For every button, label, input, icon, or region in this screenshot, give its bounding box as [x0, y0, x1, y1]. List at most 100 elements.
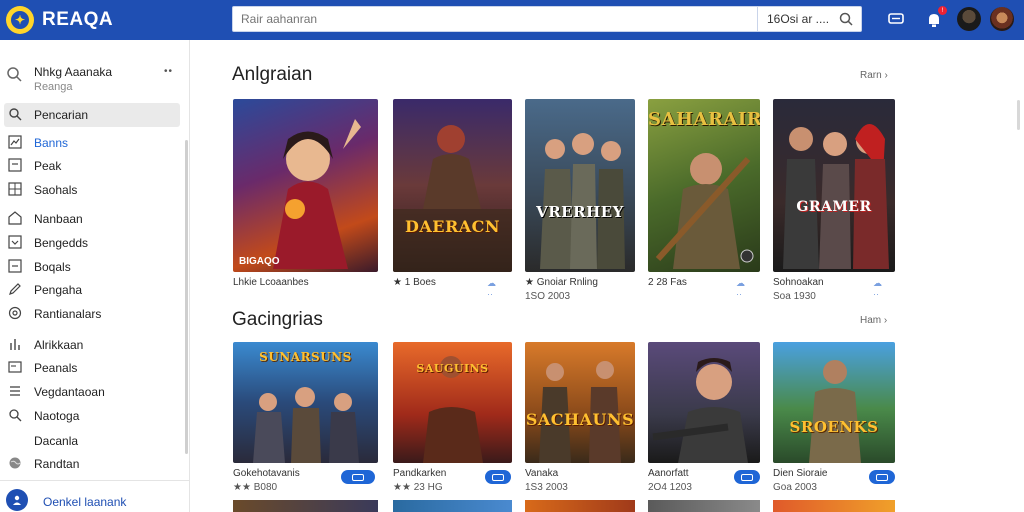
game-thumbnail[interactable]	[648, 342, 760, 463]
sidebar-item-8[interactable]: Rantianalars	[4, 302, 180, 326]
game-logo-text: SUNARSUNS	[259, 350, 352, 364]
location-icon	[8, 306, 22, 320]
controller-badge[interactable]	[869, 470, 895, 484]
profile-block[interactable]: Nhkg Aaanaka Reanga ••	[6, 65, 182, 96]
sidebar-item-14[interactable]: Randtan	[4, 452, 180, 476]
sidebar-item-label: Peak	[34, 159, 62, 173]
sidebar-item-label: Nanbaan	[34, 212, 83, 226]
sidebar-item-2[interactable]: Peak	[4, 154, 180, 178]
section-title: Gacingrias	[232, 309, 323, 330]
sidebar-scrollbar[interactable]	[185, 140, 188, 454]
character-art	[273, 119, 361, 269]
sidebar-item-label: Randtan	[34, 457, 80, 471]
controller-badge[interactable]	[341, 470, 375, 484]
search-icon	[9, 108, 22, 121]
game-logo-text: DAERACN	[404, 217, 501, 236]
sidebar-item-label: Pengaha	[34, 283, 83, 297]
settings-icon[interactable]	[740, 249, 754, 263]
card-subtitle: Soa 1930	[773, 291, 816, 302]
game-logo-text: VRERHEY	[536, 203, 624, 221]
sidebar-item-label: Pencarian	[34, 108, 89, 122]
profile-subtitle: Reanga	[34, 81, 73, 93]
search-icon	[7, 67, 22, 82]
game-thumbnail[interactable]	[648, 500, 760, 512]
controller-badge[interactable]	[734, 470, 760, 484]
sidebar-item-label: Rantianalars	[34, 307, 102, 321]
card-subtitle: ★★ 23 HG	[393, 482, 443, 493]
section-title: Anlgraian	[232, 64, 313, 85]
game-logo-text: SAUGUINS	[416, 362, 489, 375]
game-thumbnail[interactable]: SUNARSUNS	[233, 342, 378, 463]
game-thumbnail[interactable]: VRERHEY	[525, 99, 635, 272]
card-title: Aanorfatt	[648, 468, 689, 479]
thumbnail-caption: BIGAQO	[239, 256, 280, 267]
card-subtitle: 2O4 1203	[648, 482, 692, 493]
bars-icon	[10, 339, 20, 350]
game-thumbnail[interactable]: SACHAUNS	[525, 342, 635, 463]
game-thumbnail[interactable]: SAUGUINS	[393, 342, 512, 463]
search-input[interactable]	[233, 7, 757, 31]
grid-icon	[8, 182, 22, 196]
footer-label: Oenkel laanank	[43, 495, 127, 509]
tablet-icon	[8, 361, 22, 373]
sidebar-item-9[interactable]: Alrikkaan	[4, 333, 180, 357]
game-thumbnail[interactable]: SROENKS	[773, 342, 895, 463]
page-scrollbar[interactable]	[1017, 100, 1020, 130]
card-subtitle: Goa 2003	[773, 482, 817, 493]
character-art	[783, 124, 889, 269]
sidebar-item-11[interactable]: Vegdantaoan	[4, 380, 180, 404]
sidebar-item-10[interactable]: Peanals	[4, 356, 180, 380]
chart-icon	[8, 135, 22, 149]
pen-icon	[9, 283, 21, 295]
game-thumbnail[interactable]	[393, 500, 512, 512]
search-divider	[757, 7, 758, 31]
sidebar-item-4[interactable]: Nanbaan	[4, 207, 180, 231]
controller-badge[interactable]	[485, 470, 511, 484]
cloud-icon: ☁··	[736, 278, 745, 299]
game-thumbnail[interactable]: SAHARAIR	[648, 99, 760, 272]
game-thumbnail[interactable]: BIGAQO	[233, 99, 378, 272]
game-logo-text: SACHAUNS	[525, 410, 635, 429]
card-title: Dien Sioraie	[773, 468, 828, 479]
sidebar-item-label: Naotoga	[34, 409, 80, 423]
sidebar-item-12[interactable]: Naotoga	[4, 404, 180, 428]
search-filter[interactable]: 16Osi ar ....	[767, 12, 829, 26]
avatar-secondary[interactable]	[957, 7, 981, 31]
game-thumbnail[interactable]: GRAMER	[773, 99, 895, 272]
search-icon	[9, 409, 22, 422]
sidebar-item-label: Peanals	[34, 361, 78, 375]
card-subtitle: ★★ B080	[233, 482, 278, 493]
card-title: ★ Gnoiar Rnling	[525, 277, 598, 288]
brand-name[interactable]: REAQA	[42, 9, 113, 31]
sidebar-item-search[interactable]: Pencarian	[4, 103, 180, 127]
card-title: 2 28 Fas	[648, 277, 687, 288]
sidebar-item-7[interactable]: Pengaha	[4, 278, 180, 302]
character-art	[393, 125, 512, 272]
search-bar: 16Osi ar ....	[232, 6, 862, 32]
game-thumbnail[interactable]	[525, 500, 635, 512]
game-thumbnail[interactable]: DAERACN	[393, 99, 512, 272]
sidebar-item-label: Vegdantaoan	[34, 385, 105, 399]
logo-icon[interactable]: ✦	[6, 6, 34, 34]
chat-icon[interactable]	[884, 8, 908, 32]
see-more-link[interactable]: Rarn ›	[860, 70, 888, 81]
see-more-link[interactable]: Ham ›	[860, 315, 887, 326]
sidebar-item-label: Alrikkaan	[34, 338, 84, 352]
game-thumbnail[interactable]	[773, 500, 895, 512]
sidebar-item-3[interactable]: Saohals	[4, 178, 180, 202]
more-icon[interactable]: ••	[164, 66, 173, 77]
sidebar-item-5[interactable]: Bengedds	[4, 231, 180, 255]
top-bar: ✦ REAQA 16Osi ar .... !	[0, 0, 1024, 40]
sidebar-item-13[interactable]: Dacanla	[4, 429, 180, 453]
sidebar-item-1[interactable]: Banns	[4, 131, 180, 155]
character-art	[809, 360, 861, 463]
sidebar-item-6[interactable]: Boqals	[4, 255, 180, 279]
game-logo-text: SAHARAIR	[648, 109, 760, 130]
user-avatar[interactable]	[990, 7, 1014, 31]
game-logo-text: SROENKS	[789, 418, 879, 436]
home-icon	[8, 211, 22, 225]
sidebar-footer[interactable]: Oenkel laanank	[0, 480, 190, 512]
search-icon[interactable]	[839, 12, 853, 26]
game-thumbnail[interactable]	[233, 500, 378, 512]
card-title: Pandkarken	[393, 468, 447, 479]
